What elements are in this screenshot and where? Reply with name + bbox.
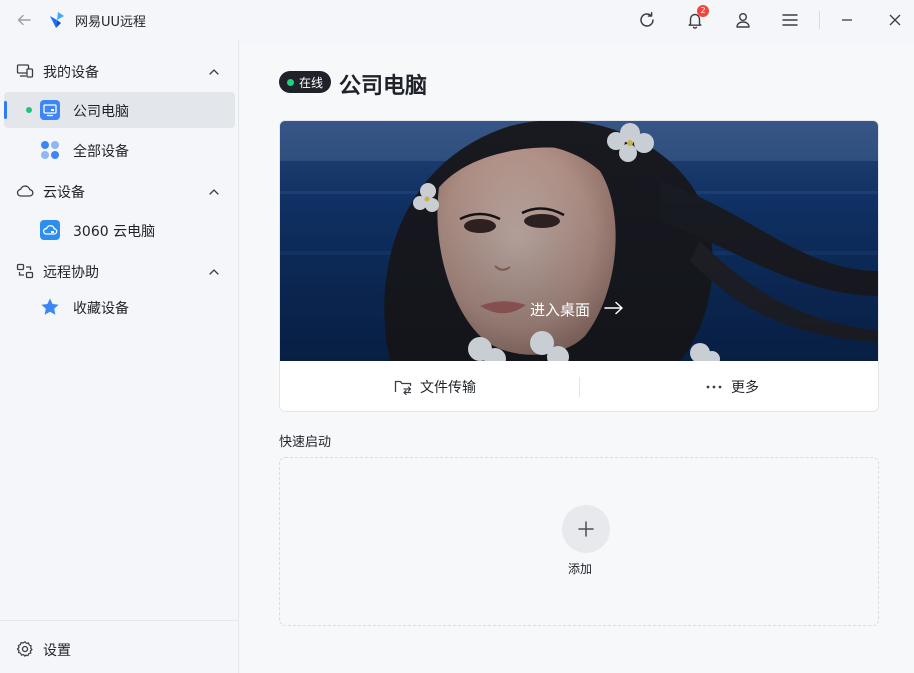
app-title: 网易UU远程 bbox=[75, 15, 147, 30]
chevron-up-icon[interactable] bbox=[207, 184, 221, 198]
group-cloud-devices[interactable]: 云设备 bbox=[0, 172, 239, 208]
chevron-up-icon[interactable] bbox=[207, 64, 221, 78]
devices-icon bbox=[16, 62, 34, 80]
sidebar-item-favorite-devices[interactable]: 收藏设备 bbox=[4, 289, 235, 325]
file-transfer-button[interactable]: 文件传输 bbox=[394, 361, 476, 411]
page-title: 公司电脑 bbox=[339, 74, 428, 99]
star-icon bbox=[40, 297, 60, 317]
device-card: 进入桌面 文件传输 更多 bbox=[279, 120, 879, 412]
group-remote-assist[interactable]: 远程协助 bbox=[0, 252, 239, 288]
cloud-pc-icon bbox=[40, 220, 60, 240]
folder-transfer-icon bbox=[394, 380, 412, 395]
settings-label: 设置 bbox=[43, 643, 71, 659]
back-arrow-icon[interactable] bbox=[14, 10, 34, 30]
grid-dots-icon bbox=[40, 140, 60, 160]
more-dots-icon bbox=[706, 385, 722, 389]
add-shortcut-button[interactable] bbox=[562, 505, 610, 553]
sidebar-item-label: 收藏设备 bbox=[73, 301, 129, 317]
remote-assist-icon bbox=[16, 262, 34, 280]
desktop-pc-icon bbox=[40, 100, 60, 120]
notification-badge: 2 bbox=[697, 5, 709, 17]
menu-icon[interactable] bbox=[779, 9, 801, 31]
add-label: 添加 bbox=[567, 562, 592, 576]
device-card-actions: 文件传输 更多 bbox=[280, 361, 878, 411]
plus-icon bbox=[578, 521, 594, 537]
active-indicator bbox=[4, 101, 7, 119]
group-label: 我的设备 bbox=[43, 65, 99, 81]
actions-divider bbox=[579, 377, 580, 397]
status-text: 在线 bbox=[299, 75, 324, 90]
quick-launch-area: 添加 bbox=[279, 457, 879, 626]
app-logo-icon bbox=[47, 10, 67, 30]
wallpaper-illustration bbox=[280, 121, 878, 361]
more-label: 更多 bbox=[731, 380, 759, 396]
group-label: 云设备 bbox=[43, 185, 85, 201]
sidebar-item-label: 公司电脑 bbox=[73, 104, 129, 120]
cloud-icon bbox=[16, 182, 34, 200]
main-panel: 在线 公司电脑 进入桌面 文件传输 更多 快速启动 添加 bbox=[240, 44, 914, 673]
title-bar: 网易UU远程 2 bbox=[0, 0, 914, 40]
enter-desktop-label: 进入桌面 bbox=[530, 301, 591, 319]
minimize-icon[interactable] bbox=[836, 9, 858, 31]
group-my-devices[interactable]: 我的设备 bbox=[0, 52, 239, 88]
gear-icon bbox=[16, 640, 34, 658]
sidebar-item-cloud-pc[interactable]: 3060 云电脑 bbox=[4, 212, 235, 248]
enter-desktop-button[interactable]: 进入桌面 bbox=[530, 299, 624, 320]
file-transfer-label: 文件传输 bbox=[420, 380, 476, 396]
online-status-dot bbox=[26, 107, 32, 113]
sidebar: 我的设备 公司电脑 全部设备 云设备 3060 云电脑 远程协助 收藏设备 设置 bbox=[0, 40, 239, 673]
sidebar-item-label: 3060 云电脑 bbox=[73, 224, 156, 240]
more-button[interactable]: 更多 bbox=[705, 361, 759, 411]
user-icon[interactable] bbox=[732, 9, 754, 31]
refresh-icon[interactable] bbox=[636, 9, 658, 31]
online-status-badge: 在线 bbox=[279, 71, 332, 93]
settings-item[interactable]: 设置 bbox=[0, 620, 239, 673]
online-dot bbox=[287, 78, 294, 86]
sidebar-item-all-devices[interactable]: 全部设备 bbox=[4, 132, 235, 168]
titlebar-divider bbox=[819, 11, 820, 29]
desktop-preview-image[interactable]: 进入桌面 bbox=[280, 121, 878, 361]
group-label: 远程协助 bbox=[43, 265, 99, 281]
notification-bell-icon[interactable]: 2 bbox=[684, 5, 709, 31]
sidebar-item-label: 全部设备 bbox=[73, 144, 129, 160]
sidebar-item-company-pc[interactable]: 公司电脑 bbox=[4, 92, 235, 128]
chevron-up-icon[interactable] bbox=[207, 264, 221, 278]
arrow-right-icon bbox=[604, 301, 624, 319]
close-icon[interactable] bbox=[884, 9, 906, 31]
quick-launch-heading: 快速启动 bbox=[279, 435, 332, 450]
